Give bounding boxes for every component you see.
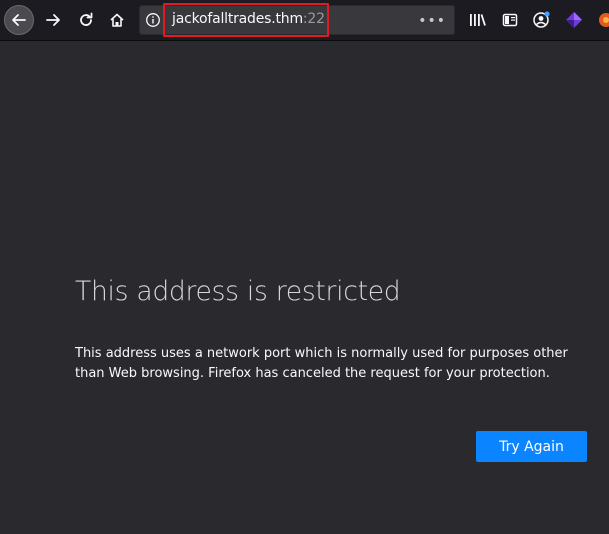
info-icon[interactable]	[145, 12, 161, 28]
library-button[interactable]	[466, 8, 490, 32]
forward-button[interactable]	[38, 5, 68, 35]
error-description: This address uses a network port which i…	[75, 346, 568, 381]
reload-icon	[80, 12, 93, 26]
error-title: This address is restricted	[75, 276, 401, 307]
extension-icon	[566, 12, 582, 28]
extension-button[interactable]	[562, 8, 586, 32]
sidebar-icon	[502, 13, 518, 27]
account-icon	[533, 11, 550, 28]
account-button[interactable]	[529, 8, 553, 32]
home-icon	[110, 13, 124, 27]
library-icon	[470, 14, 486, 26]
sidebar-button[interactable]	[498, 8, 522, 32]
browser-toolbar: jackofalltrades.thm:22 •••	[0, 0, 609, 41]
back-arrow-icon	[12, 14, 26, 26]
forward-arrow-icon	[46, 14, 60, 26]
page-actions-button[interactable]: •••	[418, 13, 446, 29]
home-button[interactable]	[102, 5, 132, 35]
extension-button-2[interactable]	[594, 8, 609, 32]
url-highlight-box	[163, 3, 329, 37]
address-bar[interactable]: jackofalltrades.thm:22 •••	[139, 3, 455, 37]
extension-icon	[599, 13, 609, 27]
reload-button[interactable]	[71, 5, 101, 35]
try-again-button[interactable]: Try Again	[476, 431, 587, 462]
back-button[interactable]	[4, 5, 34, 35]
